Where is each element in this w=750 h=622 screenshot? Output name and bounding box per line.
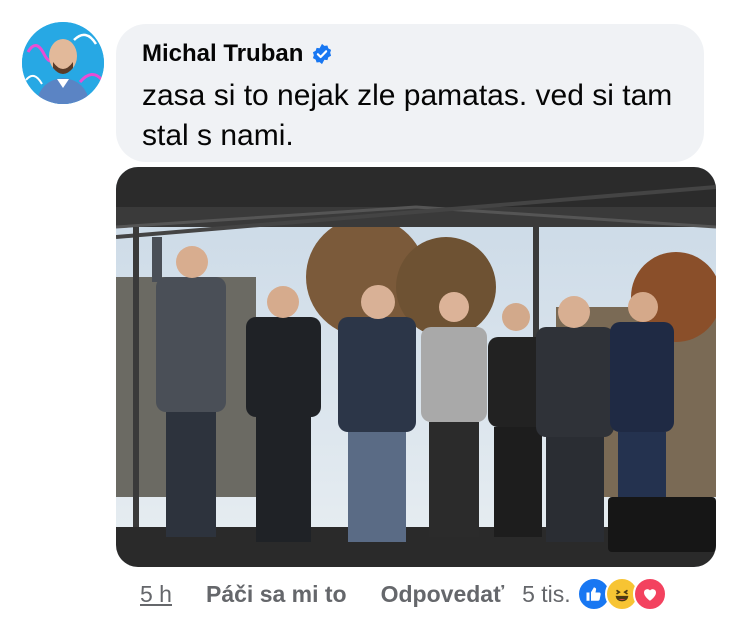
comment-text: zasa si to nejak zle pamatas. ved si tam… [142, 79, 673, 152]
like-button[interactable]: Páči sa mi to [206, 581, 347, 608]
stage-photo-illustration [116, 167, 716, 567]
avatar[interactable] [22, 22, 104, 104]
verified-badge-icon [313, 43, 332, 65]
love-icon [632, 577, 667, 611]
reaction-count[interactable]: 5 tis. [522, 581, 571, 608]
reply-button[interactable]: Odpovedať [381, 581, 504, 608]
author-name[interactable]: Michal Truban [142, 40, 303, 68]
avatar-image [22, 22, 104, 104]
reactions-summary[interactable] [576, 577, 667, 611]
attached-photo[interactable] [116, 167, 716, 567]
timestamp-link[interactable]: 5 h [140, 581, 172, 608]
comment-bubble: Michal Truban zasa si to nejak zle pamat… [116, 24, 704, 162]
author: Michal Truban [142, 40, 333, 68]
comment-actions: 5 h Páči sa mi to Odpovedať 5 tis. [140, 577, 667, 611]
